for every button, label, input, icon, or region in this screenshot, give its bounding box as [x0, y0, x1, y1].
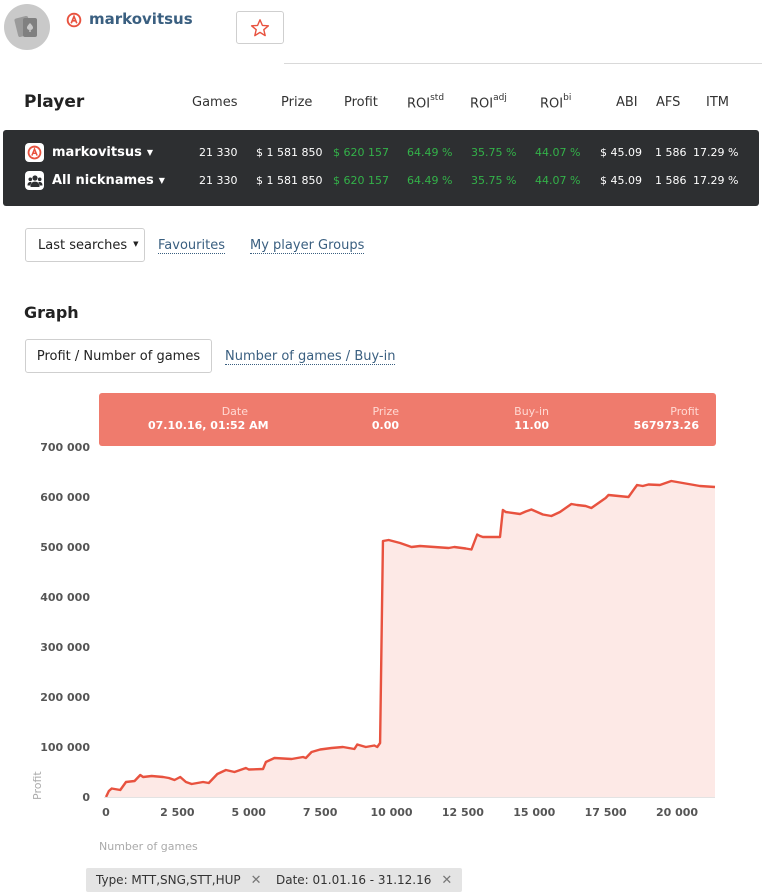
tooltip-buyin: Buy-in 11.00 — [449, 405, 549, 432]
row-games: 21 330 — [199, 146, 238, 159]
group-icon — [25, 171, 44, 190]
y-tick-label: 400 000 — [40, 591, 90, 604]
tooltip-prize-value: 0.00 — [371, 419, 399, 432]
divider — [284, 63, 762, 64]
x-tick-label: 15 000 — [513, 806, 555, 819]
row-prize: $ 1 581 850 — [256, 174, 323, 187]
profile-username[interactable]: markovitsus — [89, 10, 193, 28]
row-afs: 1 586 — [655, 174, 687, 187]
x-tick-label: 0 — [102, 806, 110, 819]
y-tick-label: 0 — [82, 791, 90, 804]
card-player-icon — [14, 15, 37, 37]
tooltip-buyin-label: Buy-in — [514, 405, 549, 418]
row-itm: 17.29 % — [693, 174, 739, 187]
caret-down-icon: ▼ — [146, 148, 153, 157]
row-profit: $ 620 157 — [333, 146, 389, 159]
last-searches-dropdown[interactable]: Last searches ▼ — [25, 228, 145, 262]
col-abi[interactable]: ABI — [616, 95, 638, 110]
x-tick-label: 20 000 — [656, 806, 698, 819]
row-itm: 17.29 % — [693, 146, 739, 159]
x-tick-label: 17 500 — [585, 806, 627, 819]
profit-area — [106, 481, 715, 797]
chart-tooltip: Date 07.10.16, 01:52 AM Prize 0.00 Buy-i… — [99, 393, 716, 446]
x-tick-label: 2 500 — [160, 806, 195, 819]
A-logo-icon — [25, 143, 44, 162]
mode-games-buyin-link[interactable]: Number of games / Buy-in — [225, 349, 396, 365]
col-roi-adj[interactable]: ROIadj — [470, 93, 507, 111]
x-tick-label: 5 000 — [232, 806, 267, 819]
nickname-dropdown[interactable]: markovitsus ▼ — [52, 145, 153, 160]
x-tick-label: 12 500 — [442, 806, 484, 819]
mode-profit-games-button[interactable]: Profit / Number of games — [25, 339, 212, 373]
y-tick-label: 700 000 — [40, 441, 90, 454]
favourites-link[interactable]: Favourites — [158, 238, 225, 254]
player-section-title: Player — [24, 92, 85, 112]
col-afs[interactable]: AFS — [656, 95, 680, 110]
avatar[interactable] — [4, 4, 50, 50]
tooltip-buyin-value: 11.00 — [514, 419, 549, 432]
caret-down-icon: ▼ — [133, 240, 139, 248]
y-tick-label: 100 000 — [40, 741, 90, 754]
col-prize[interactable]: Prize — [281, 95, 312, 110]
row-games: 21 330 — [199, 174, 238, 187]
x-tick-label: 7 500 — [303, 806, 338, 819]
row-afs: 1 586 — [655, 146, 687, 159]
y-tick-label: 600 000 — [40, 491, 90, 504]
favourite-button[interactable] — [236, 11, 284, 44]
filter-chip-label: Type: MTT,SNG,STT,HUP — [96, 873, 241, 887]
caret-down-icon: ▼ — [158, 176, 165, 185]
graph-title: Graph — [24, 303, 79, 322]
tooltip-prize-label: Prize — [372, 405, 399, 418]
col-roi-std[interactable]: ROIstd — [407, 93, 444, 111]
filter-chip-type: Type: MTT,SNG,STT,HUP ✕ — [86, 868, 272, 892]
row-roi-adj: 35.75 % — [471, 146, 517, 159]
row-roi-std: 64.49 % — [407, 146, 453, 159]
all-nicknames-dropdown[interactable]: All nicknames ▼ — [52, 173, 165, 188]
player-groups-link[interactable]: My player Groups — [250, 238, 365, 254]
y-tick-label: 300 000 — [40, 641, 90, 654]
y-tick-label: 200 000 — [40, 691, 90, 704]
tooltip-profit-value: 567973.26 — [633, 419, 699, 432]
tooltip-date: Date 07.10.16, 01:52 AM — [148, 405, 269, 432]
tooltip-prize: Prize 0.00 — [299, 405, 399, 432]
profit-chart[interactable]: 0 100 000 200 000 300 000 400 000 500 000 600 … — [0, 440, 762, 860]
row-abi: $ 45.09 — [600, 146, 642, 159]
row-roi-bi: 44.07 % — [535, 174, 581, 187]
y-tick-label: 500 000 — [40, 541, 90, 554]
tooltip-date-label: Date — [221, 405, 248, 418]
tooltip-profit: Profit 567973.26 — [599, 405, 699, 432]
row-abi: $ 45.09 — [600, 174, 642, 187]
last-searches-label: Last searches — [38, 237, 128, 253]
row-prize: $ 1 581 850 — [256, 146, 323, 159]
filter-chip-label: Date: 01.01.16 - 31.12.16 — [276, 873, 432, 887]
tooltip-profit-label: Profit — [670, 405, 699, 418]
filter-chip-date: Date: 01.01.16 - 31.12.16 ✕ — [266, 868, 463, 892]
col-games[interactable]: Games — [192, 95, 237, 110]
close-icon[interactable]: ✕ — [251, 873, 262, 888]
col-roi-bi[interactable]: ROIbi — [540, 93, 571, 111]
x-tick-label: 10 000 — [370, 806, 412, 819]
close-icon[interactable]: ✕ — [441, 873, 452, 888]
x-axis-title: Number of games — [99, 840, 198, 853]
star-outline-icon — [250, 18, 270, 36]
player-stats-table: markovitsus ▼ 21 330 $ 1 581 850 $ 620 15… — [3, 130, 759, 206]
row-roi-bi: 44.07 % — [535, 146, 581, 159]
row-roi-adj: 35.75 % — [471, 174, 517, 187]
tooltip-date-value: 07.10.16, 01:52 AM — [148, 419, 269, 432]
col-itm[interactable]: ITM — [706, 95, 729, 110]
row-roi-std: 64.49 % — [407, 174, 453, 187]
row-profit: $ 620 157 — [333, 174, 389, 187]
A-logo-icon — [66, 12, 82, 28]
col-profit[interactable]: Profit — [344, 95, 378, 110]
y-axis-title: Profit — [31, 771, 44, 800]
